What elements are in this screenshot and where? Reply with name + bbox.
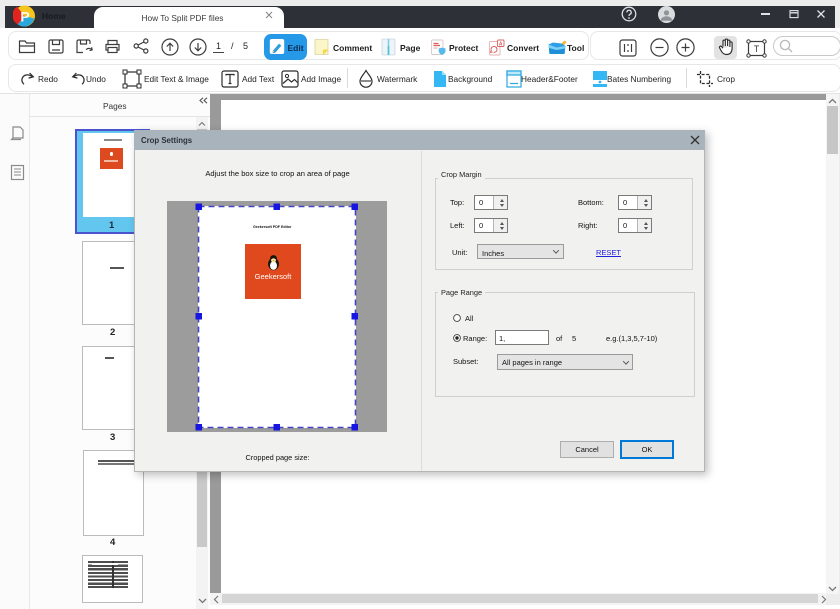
svg-text:P: P: [20, 9, 29, 25]
svg-text:A: A: [499, 41, 503, 47]
svg-text:T: T: [754, 44, 760, 54]
